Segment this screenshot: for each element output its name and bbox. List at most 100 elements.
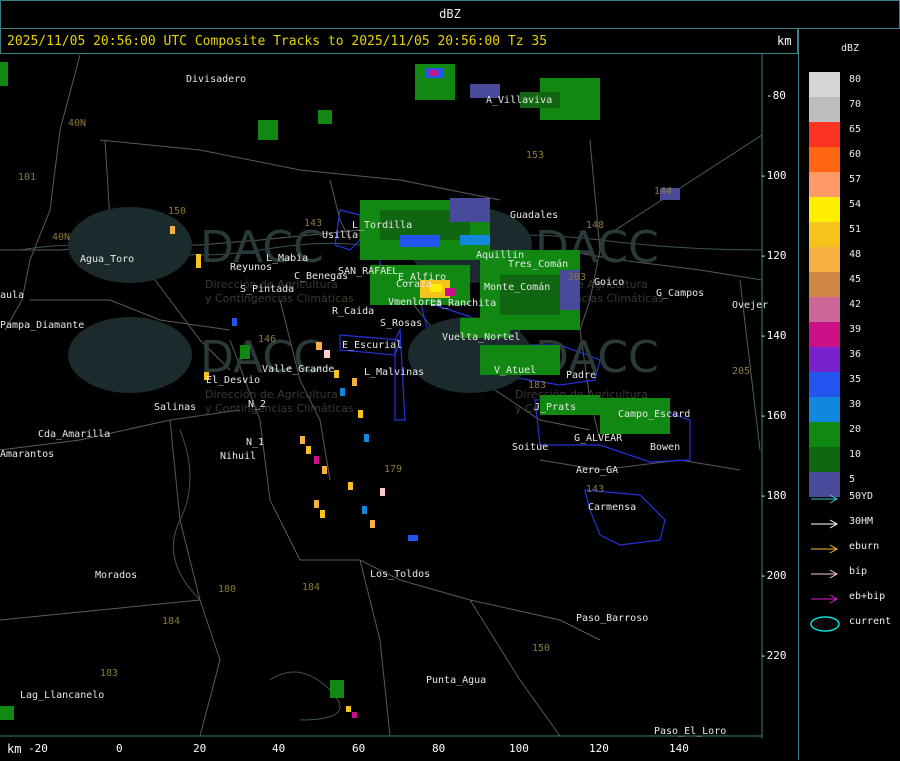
legend-level-label: 80 (849, 74, 862, 85)
svg-text:153: 153 (526, 150, 544, 161)
svg-text:180: 180 (218, 584, 236, 595)
svg-text:183: 183 (528, 380, 546, 391)
svg-text:N_2: N_2 (248, 399, 266, 410)
legend-level-label: 60 (849, 149, 862, 160)
window-title-bar: dBZ (0, 0, 900, 29)
svg-text:148: 148 (586, 220, 604, 231)
current-ellipse-icon (810, 616, 840, 632)
svg-text:143: 143 (586, 484, 604, 495)
x-tick: 20 (193, 742, 207, 755)
legend-swatch (809, 147, 840, 172)
svg-text:Aero_GA: Aero_GA (576, 465, 618, 476)
svg-text:144: 144 (654, 186, 672, 197)
svg-text:Soitue: Soitue (512, 442, 548, 453)
track-legend-item: current (809, 615, 891, 633)
track-legend-label: eb+bip (849, 591, 886, 602)
svg-text:S_Rosas: S_Rosas (380, 318, 422, 329)
legend-level-label: 54 (849, 199, 862, 210)
legend-level-label: 65 (849, 124, 862, 135)
svg-text:E_Alfiro: E_Alfiro (398, 272, 446, 283)
svg-text:J_Prats: J_Prats (534, 402, 576, 413)
map-header: 2025/11/05 20:56:00 UTC Composite Tracks… (0, 29, 798, 54)
legend-title: dBZ (841, 43, 860, 54)
composite-title: 2025/11/05 20:56:00 UTC Composite Tracks… (7, 34, 548, 49)
svg-text:Monte_Comán: Monte_Comán (484, 281, 550, 293)
svg-text:Goico: Goico (594, 277, 624, 288)
svg-text:L_Malvinas: L_Malvinas (364, 367, 424, 378)
legend-swatch (809, 447, 840, 472)
svg-text:y Contingencias Climáticas: y Contingencias Climáticas (205, 402, 354, 415)
legend-level-label: 20 (849, 424, 862, 435)
svg-text:143: 143 (304, 218, 322, 229)
svg-text:Salinas: Salinas (154, 402, 196, 413)
legend-swatch (809, 272, 840, 297)
svg-text:L_Tordilla: L_Tordilla (352, 220, 412, 231)
svg-text:Cda_Amarilla: Cda_Amarilla (38, 429, 110, 440)
svg-text:101: 101 (18, 172, 36, 183)
svg-text:G_ALVEAR: G_ALVEAR (574, 433, 623, 444)
x-tick: 140 (669, 742, 689, 755)
svg-text:183: 183 (100, 668, 118, 679)
legend-level-label: 36 (849, 349, 862, 360)
svg-text:A_Villaviva: A_Villaviva (486, 95, 552, 106)
svg-text:Vuelta_Nortel: Vuelta_Nortel (442, 332, 520, 343)
track-legend-item: 50YD (809, 490, 873, 508)
y-tick: -80 (766, 89, 786, 102)
svg-text:179: 179 (384, 464, 402, 475)
legend-level-label: 39 (849, 324, 862, 335)
legend-level-label: 51 (849, 224, 862, 235)
track-legend-label: 30HM (849, 516, 874, 527)
legend-level-label: 42 (849, 299, 862, 310)
svg-text:Paso_El_Loro: Paso_El_Loro (654, 726, 726, 737)
legend-swatch (809, 322, 840, 347)
legend-level-label: 57 (849, 174, 862, 185)
km-unit-label: km (777, 34, 792, 48)
svg-text:205: 205 (732, 366, 750, 377)
track-arrow-icon (811, 494, 839, 504)
svg-text:Ovejer: Ovejer (732, 300, 768, 311)
y-tick: -120 (760, 249, 787, 262)
svg-text:aula: aula (0, 290, 24, 301)
y-tick: -180 (760, 489, 787, 502)
svg-text:R_Caida: R_Caida (332, 306, 374, 317)
legend-level-label: 35 (849, 374, 862, 385)
track-legend-label: eburn (849, 541, 880, 552)
x-tick: 120 (589, 742, 609, 755)
svg-text:150: 150 (532, 643, 550, 654)
y-tick: -220 (760, 649, 787, 662)
legend-swatch (809, 97, 840, 122)
legend-swatch (809, 422, 840, 447)
track-arrow-icon (811, 519, 839, 529)
x-tick: 60 (352, 742, 366, 755)
radar-map[interactable]: DACC DACC DACC DACC Dirección de Agricul… (0, 54, 796, 738)
legend-level-label: 5 (849, 474, 856, 485)
legend-level-label: 70 (849, 99, 862, 110)
x-km-label: km (7, 742, 22, 756)
svg-text:Guadales: Guadales (510, 210, 558, 221)
track-legend-label: current (849, 616, 892, 627)
legend-swatch (809, 222, 840, 247)
svg-text:SAN_RAFAEL: SAN_RAFAEL (338, 266, 398, 277)
y-tick: -100 (760, 169, 787, 182)
svg-text:N_1: N_1 (246, 437, 264, 448)
svg-text:La_Ranchita: La_Ranchita (430, 298, 496, 309)
legend-swatch (809, 172, 840, 197)
legend-level-label: 10 (849, 449, 862, 460)
svg-text:Valle_Grande: Valle_Grande (262, 364, 334, 375)
svg-text:E_Escurial: E_Escurial (342, 340, 402, 351)
x-tick: -20 (28, 742, 48, 755)
legend-swatch (809, 122, 840, 147)
legend-swatch (809, 397, 840, 422)
track-legend-label: bip (849, 566, 868, 577)
svg-text:184: 184 (162, 616, 180, 627)
svg-text:146: 146 (258, 334, 276, 345)
svg-text:Padre: Padre (566, 370, 596, 381)
legend-swatch (809, 372, 840, 397)
svg-text:Pampa_Diamante: Pampa_Diamante (0, 320, 84, 331)
svg-text:El_Desvio: El_Desvio (206, 375, 260, 386)
svg-text:203: 203 (568, 272, 586, 283)
svg-text:S_Pintada: S_Pintada (240, 284, 294, 295)
svg-text:Nihuil: Nihuil (220, 451, 256, 462)
x-tick: 100 (509, 742, 529, 755)
track-legend-item: 30HM (809, 515, 873, 533)
